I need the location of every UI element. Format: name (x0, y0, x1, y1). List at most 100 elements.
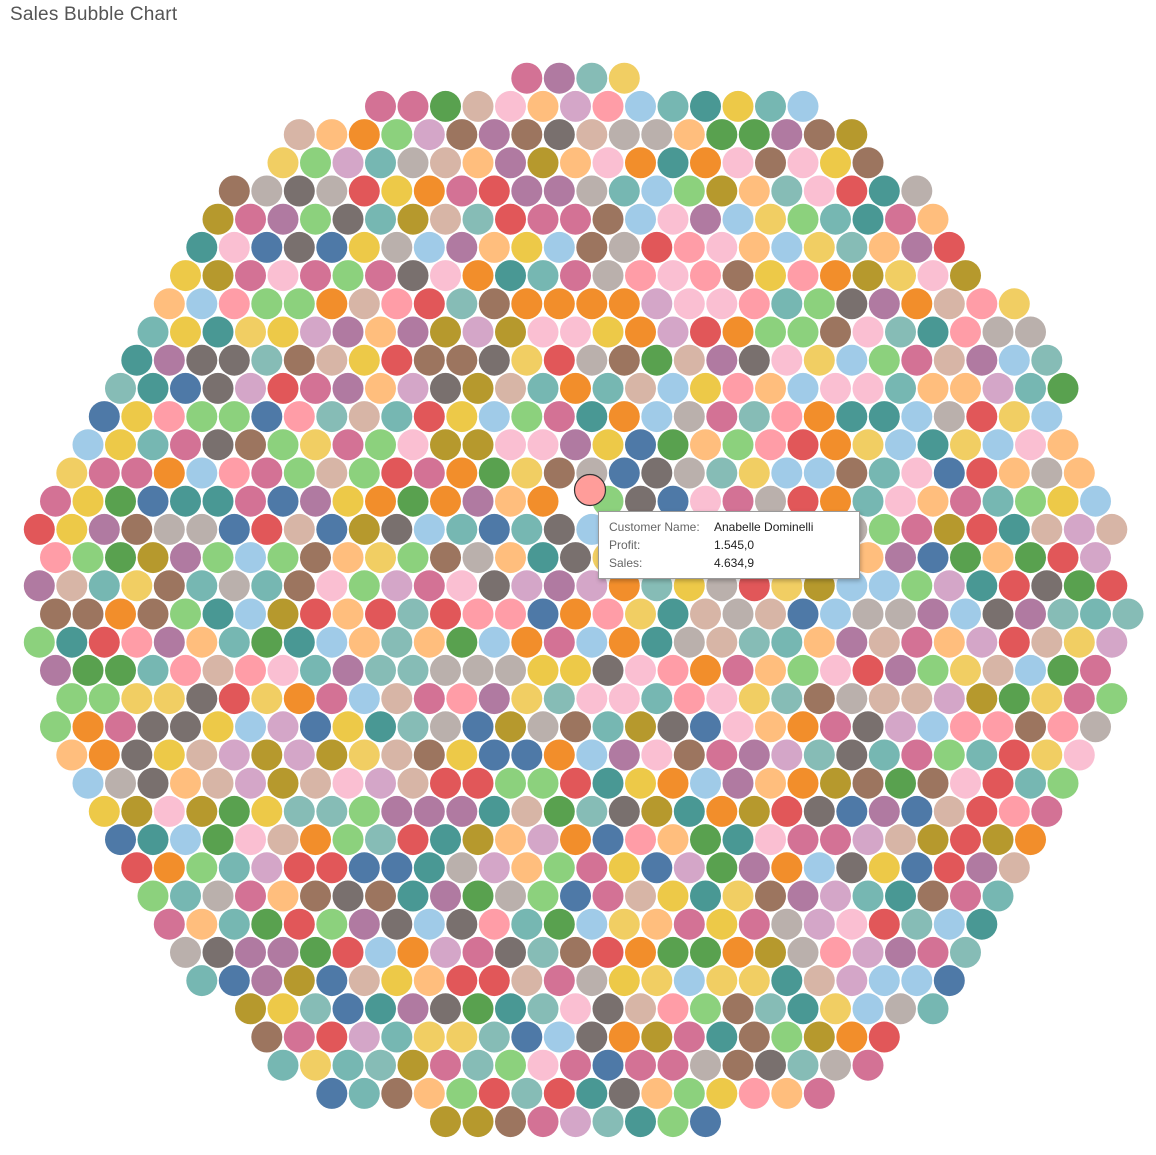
bubble[interactable] (592, 429, 624, 461)
bubble[interactable] (787, 993, 819, 1025)
bubble[interactable] (462, 1049, 494, 1081)
bubble[interactable] (430, 711, 461, 743)
bubble[interactable] (316, 457, 348, 489)
bubble[interactable] (397, 316, 429, 348)
bubble[interactable] (1080, 711, 1111, 743)
bubble[interactable] (332, 880, 364, 912)
bubble[interactable] (495, 203, 526, 235)
bubble[interactable] (641, 288, 673, 320)
bubble[interactable] (40, 485, 71, 517)
bubble[interactable] (771, 175, 803, 207)
bubble[interactable] (592, 316, 624, 348)
bubble[interactable] (885, 711, 916, 743)
bubble[interactable] (803, 1077, 835, 1109)
bubble[interactable] (950, 598, 981, 630)
bubble[interactable] (657, 260, 689, 292)
bubble[interactable] (332, 1049, 364, 1081)
bubble[interactable] (478, 175, 510, 207)
bubble[interactable] (316, 513, 348, 545)
bubble[interactable] (413, 119, 445, 151)
bubble[interactable] (771, 852, 803, 884)
bubble[interactable] (267, 993, 299, 1025)
bubble[interactable] (446, 344, 478, 376)
bubble[interactable] (803, 288, 835, 320)
bubble[interactable] (527, 880, 559, 912)
bubble[interactable] (153, 908, 185, 940)
bubble[interactable] (332, 372, 364, 404)
bubble[interactable] (543, 175, 575, 207)
bubble[interactable] (137, 542, 169, 574)
bubble[interactable] (933, 231, 965, 263)
bubble[interactable] (511, 513, 543, 545)
bubble[interactable] (218, 852, 250, 884)
bubble[interactable] (170, 711, 201, 743)
bubble[interactable] (706, 457, 738, 489)
bubble[interactable] (1047, 485, 1079, 517)
bubble[interactable] (1047, 654, 1079, 686)
bubble[interactable] (592, 1049, 624, 1081)
bubble[interactable] (625, 203, 656, 235)
bubble[interactable] (820, 598, 851, 630)
bubble[interactable] (576, 119, 608, 151)
bubble[interactable] (738, 739, 770, 771)
bubble[interactable] (235, 711, 266, 743)
bubble[interactable] (852, 429, 884, 461)
bubble[interactable] (56, 513, 88, 545)
bubble[interactable] (966, 570, 998, 602)
bubble[interactable] (933, 513, 965, 545)
bubble[interactable] (413, 457, 445, 489)
bubble[interactable] (72, 598, 104, 630)
bubble[interactable] (868, 175, 900, 207)
bubble[interactable] (202, 316, 234, 348)
bubble[interactable] (283, 626, 315, 658)
bubble[interactable] (462, 542, 494, 574)
bubble[interactable] (267, 260, 299, 292)
bubble[interactable] (738, 1077, 770, 1109)
bubble[interactable] (950, 316, 981, 348)
bubble[interactable] (998, 344, 1030, 376)
bubble[interactable] (105, 429, 136, 461)
bubble[interactable] (462, 824, 494, 856)
bubble[interactable] (283, 795, 315, 827)
bubble[interactable] (170, 598, 201, 630)
bubble[interactable] (576, 795, 608, 827)
bubble[interactable] (901, 344, 933, 376)
bubble[interactable] (413, 1077, 445, 1109)
bubble[interactable] (576, 288, 608, 320)
bubble[interactable] (787, 90, 819, 122)
bubble[interactable] (592, 90, 624, 122)
bubble[interactable] (235, 316, 266, 348)
bubble[interactable] (413, 626, 445, 658)
bubble[interactable] (820, 203, 851, 235)
bubble[interactable] (852, 767, 884, 799)
bubble[interactable] (511, 288, 543, 320)
bubble[interactable] (933, 739, 965, 771)
bubble[interactable] (901, 401, 933, 433)
bubble[interactable] (901, 795, 933, 827)
bubble[interactable] (365, 767, 396, 799)
bubble[interactable] (592, 372, 624, 404)
bubble[interactable] (901, 231, 933, 263)
bubble[interactable] (755, 316, 786, 348)
bubble[interactable] (462, 203, 494, 235)
bubble[interactable] (23, 570, 55, 602)
bubble[interactable] (657, 90, 689, 122)
bubble[interactable] (137, 372, 169, 404)
bubble[interactable] (706, 344, 738, 376)
bubble[interactable] (982, 429, 1014, 461)
bubble[interactable] (251, 513, 283, 545)
bubble[interactable] (576, 1021, 608, 1053)
bubble[interactable] (365, 316, 396, 348)
bubble[interactable] (495, 824, 526, 856)
bubble[interactable] (430, 1106, 461, 1138)
bubble[interactable] (820, 1049, 851, 1081)
bubble[interactable] (543, 401, 575, 433)
bubble[interactable] (202, 880, 234, 912)
bubble[interactable] (560, 880, 591, 912)
bubble[interactable] (316, 739, 348, 771)
bubble[interactable] (1015, 316, 1046, 348)
bubble[interactable] (933, 795, 965, 827)
bubble[interactable] (332, 711, 364, 743)
bubble[interactable] (787, 936, 819, 968)
bubble[interactable] (365, 372, 396, 404)
